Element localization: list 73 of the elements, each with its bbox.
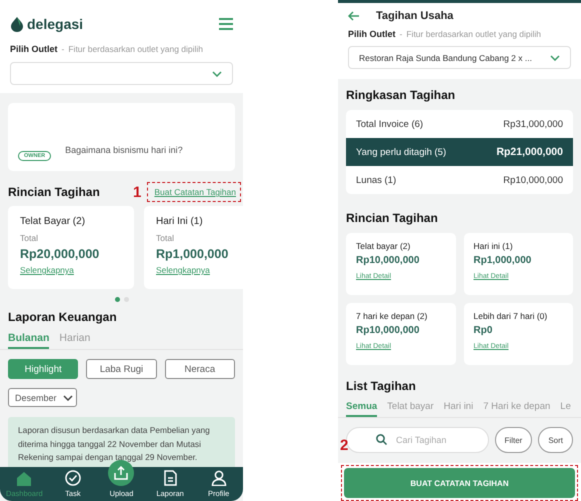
upload-icon	[114, 466, 128, 480]
card-amount: Rp10,000,000	[356, 325, 420, 336]
outlet-label: Pilih Outlet	[10, 44, 58, 54]
tab[interactable]: Bulanan	[8, 332, 50, 349]
section-title: Ringkasan Tagihan	[346, 88, 456, 102]
pill-button[interactable]: Sort	[538, 427, 573, 453]
month-dropdown[interactable]: Desember	[8, 388, 77, 407]
tab[interactable]: Hari ini	[444, 401, 474, 417]
card-amount: Rp1,000,000	[474, 255, 532, 266]
search-icon	[376, 434, 387, 445]
detail-link[interactable]: Selengkapnya	[156, 265, 243, 275]
summary-row[interactable]: Total Invoice (6) Rp31,000,000	[346, 110, 573, 138]
outlet-label: Pilih Outlet	[348, 29, 396, 39]
person-icon	[210, 470, 227, 486]
tab[interactable]: Telat bayar	[387, 401, 434, 417]
card-amount: Rp10,000,000	[356, 255, 420, 266]
card-title: 7 hari ke depan (2)	[356, 311, 428, 321]
summary-row[interactable]: Yang perlu ditagih (5) Rp21,000,000	[346, 138, 573, 166]
page-title: Tagihan Usaha	[376, 10, 454, 22]
logo-text: delegasi	[27, 16, 84, 32]
row-amount: Rp21,000,000	[496, 146, 563, 158]
section-title: Laporan Keuangan	[8, 310, 118, 324]
greeting-text: Bagaimana bisnismu hari ini?	[65, 145, 183, 155]
chevron-down-icon	[550, 54, 560, 60]
tab[interactable]: Harian	[59, 332, 90, 349]
summary-row[interactable]: Lunas (1) Rp10,000,000	[346, 166, 573, 194]
row-label: Lunas (1)	[356, 174, 396, 186]
section-title: Rincian Tagihan	[346, 211, 439, 225]
tab[interactable]: 7 Hari ke depan	[483, 401, 550, 417]
back-arrow-icon[interactable]	[348, 11, 360, 21]
chevron-down-icon	[62, 394, 73, 400]
outlet-hint: Fitur berdasarkan outlet yang dipilih	[68, 44, 204, 54]
view-button[interactable]: Highlight	[8, 359, 78, 379]
card-label: Total	[156, 233, 175, 243]
card-amount: Rp1,000,000	[156, 247, 230, 261]
home-icon	[16, 471, 32, 486]
outlet-hint: Fitur berdasarkan outlet yang dipilih	[406, 29, 542, 39]
row-amount: Rp31,000,000	[503, 118, 563, 130]
tab[interactable]: Le	[560, 401, 571, 417]
outlet-select[interactable]: Restoran Raja Sunda Bandung Cabang 2 x ...	[348, 46, 571, 69]
card-amount: Rp20,000,000	[20, 247, 100, 261]
leaf-drop-icon	[10, 16, 24, 32]
row-amount: Rp10,000,000	[503, 174, 563, 186]
card-amount: Rp0	[474, 325, 494, 336]
separator: -	[62, 44, 64, 54]
chevron-down-icon	[212, 70, 222, 76]
card-title: Hari ini (1)	[474, 241, 514, 251]
card-title: Telat Bayar (2)	[20, 216, 86, 227]
detail-link[interactable]: Selengkapnya	[20, 265, 122, 275]
card-label: Total	[20, 233, 39, 243]
month-value: Desember	[15, 392, 57, 402]
annotation-number: 2	[340, 437, 348, 454]
separator: -	[400, 29, 402, 39]
menu-icon[interactable]	[219, 18, 233, 30]
section-title: Rincian Tagihan	[8, 185, 101, 199]
document-icon	[164, 470, 177, 486]
check-circle-icon	[64, 470, 81, 486]
pager-dot[interactable]	[114, 297, 120, 302]
create-bill-link[interactable]: Buat Catatan Tagihan	[154, 187, 236, 197]
card-title: Telat bayar (2)	[356, 241, 412, 251]
annotation-number: 1	[133, 184, 142, 200]
view-button[interactable]: Laba Rugi	[86, 359, 157, 379]
section-title: List Tagihan	[346, 379, 417, 393]
card-title: Lebih dari 7 hari (0)	[474, 311, 548, 321]
card-title: Hari Ini (1)	[156, 216, 204, 227]
row-label: Yang perlu ditagih (5)	[356, 146, 446, 158]
upload-button[interactable]	[108, 460, 134, 486]
row-label: Total Invoice (6)	[356, 118, 424, 130]
create-bill-button[interactable]: BUAT CATATAN TAGIHAN	[344, 468, 575, 498]
outlet-value: Restoran Raja Sunda Bandung Cabang 2 x ...	[359, 52, 532, 62]
view-button[interactable]: Neraca	[164, 359, 235, 379]
pill-button[interactable]: Filter	[494, 427, 532, 453]
tab[interactable]: Semua	[346, 401, 378, 417]
